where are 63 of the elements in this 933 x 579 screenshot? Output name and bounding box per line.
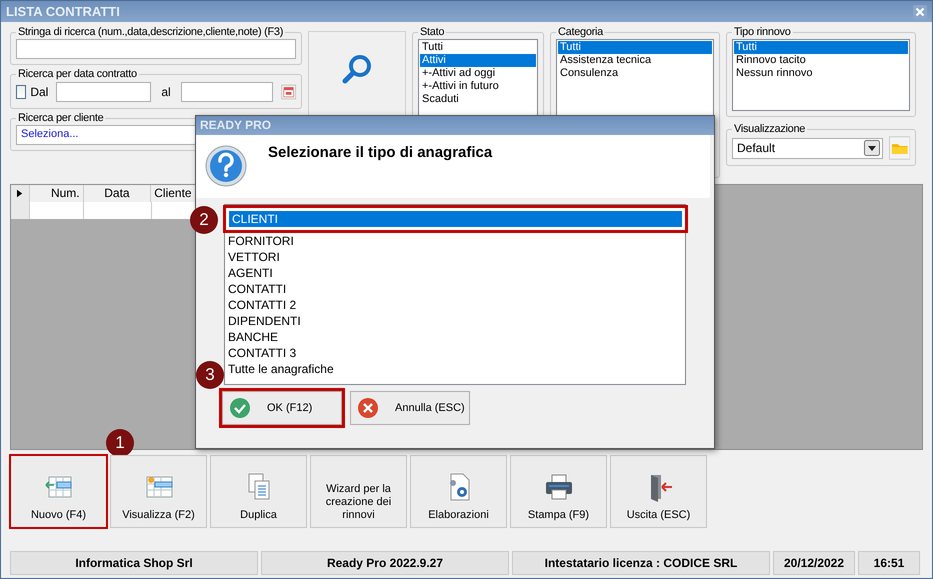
toolbar-button[interactable]: Nuovo (F4) xyxy=(10,455,107,528)
checkbox-label: Dal xyxy=(30,85,48,99)
list-item[interactable]: Assistenza tecnica xyxy=(558,54,712,67)
group-label: Ricerca per data contratto xyxy=(17,68,138,80)
toolbar-button[interactable]: Stampa (F9) xyxy=(510,455,607,528)
list-item[interactable]: CONTATTI xyxy=(225,281,685,297)
dialog-button[interactable]: OK (F12) xyxy=(222,391,342,425)
toolbar-button[interactable]: Visualizza (F2) xyxy=(110,455,207,528)
status-cell: Ready Pro 2022.9.27 xyxy=(261,551,509,575)
date-field[interactable] xyxy=(180,82,273,102)
table-cell xyxy=(30,202,84,219)
group-label: Stato xyxy=(419,26,446,38)
list-item[interactable]: +-Attivi ad oggi xyxy=(420,67,536,80)
list-item[interactable]: Tutti xyxy=(734,41,908,54)
list-item[interactable]: Scaduti xyxy=(420,93,536,106)
date-field[interactable] xyxy=(56,82,152,102)
close-icon[interactable] xyxy=(913,4,927,18)
status-cell: 16:51 xyxy=(858,551,920,575)
group-label: Ricerca per cliente xyxy=(17,112,104,124)
toolbar-button[interactable]: Uscita (ESC) xyxy=(610,455,707,528)
dialog-button[interactable]: Annulla (ESC) xyxy=(350,391,470,425)
list-item[interactable]: +-Attivi in futuro xyxy=(420,80,536,93)
list-item[interactable]: Consulenza xyxy=(558,67,712,80)
table-cell xyxy=(84,202,152,219)
list-item[interactable]: DIPENDENTI xyxy=(225,313,685,329)
list-item[interactable]: Attivi xyxy=(420,54,536,67)
callout-badge: 2 xyxy=(190,206,218,234)
toolbar-button[interactable]: Duplica xyxy=(210,455,307,528)
group-label: Tipo rinnovo xyxy=(733,26,792,38)
list-item[interactable]: BANCHE xyxy=(225,329,685,345)
list-item[interactable]: CONTATTI 2 xyxy=(225,297,685,313)
question-icon xyxy=(204,144,248,188)
cancel-icon xyxy=(357,397,379,419)
group-label: Visualizzazione xyxy=(733,123,806,135)
status-cell: 20/12/2022 xyxy=(773,551,855,575)
folder-icon[interactable] xyxy=(888,136,910,160)
list-item[interactable]: Nessun rinnovo xyxy=(734,67,908,80)
callout-badge: 3 xyxy=(196,361,224,389)
check-icon xyxy=(229,397,251,419)
list-item[interactable]: CONTATTI 3 xyxy=(225,345,685,361)
list-item[interactable]: CLIENTI xyxy=(229,211,682,227)
search-icon xyxy=(340,52,374,86)
checkbox[interactable] xyxy=(16,85,26,99)
window-title: LISTA CONTRATTI xyxy=(6,4,120,19)
status-cell: Intestatario licenza : CODICE SRL xyxy=(512,551,770,575)
search-field[interactable] xyxy=(16,39,296,59)
row-indicator-icon xyxy=(16,189,23,198)
list-item[interactable]: VETTORI xyxy=(225,249,685,265)
toolbar-button[interactable]: Elaborazioni xyxy=(410,455,507,528)
field-label: al xyxy=(161,85,171,99)
list-item[interactable]: Tutti xyxy=(558,41,712,54)
group-label: Categoria xyxy=(557,26,604,38)
list-item[interactable]: FORNITORI xyxy=(225,233,685,249)
list-item[interactable]: AGENTI xyxy=(225,265,685,281)
table-cell xyxy=(152,202,198,219)
group-label: Stringa di ricerca (num.,data,descrizione,cliente,note) (F3) xyxy=(17,26,284,38)
view-dropdown[interactable]: Default xyxy=(732,138,883,158)
status-cell: Informatica Shop Srl xyxy=(10,551,258,575)
dialog-message: Selezionare il tipo di anagrafica xyxy=(268,144,492,161)
toolbar-button[interactable]: Wizard per la creazione dei rinnovi xyxy=(310,455,407,528)
list-item[interactable]: Tutte le anagrafiche xyxy=(225,361,685,377)
list-item[interactable]: Tutti xyxy=(420,41,536,54)
list-item[interactable]: Rinnovo tacito xyxy=(734,54,908,67)
